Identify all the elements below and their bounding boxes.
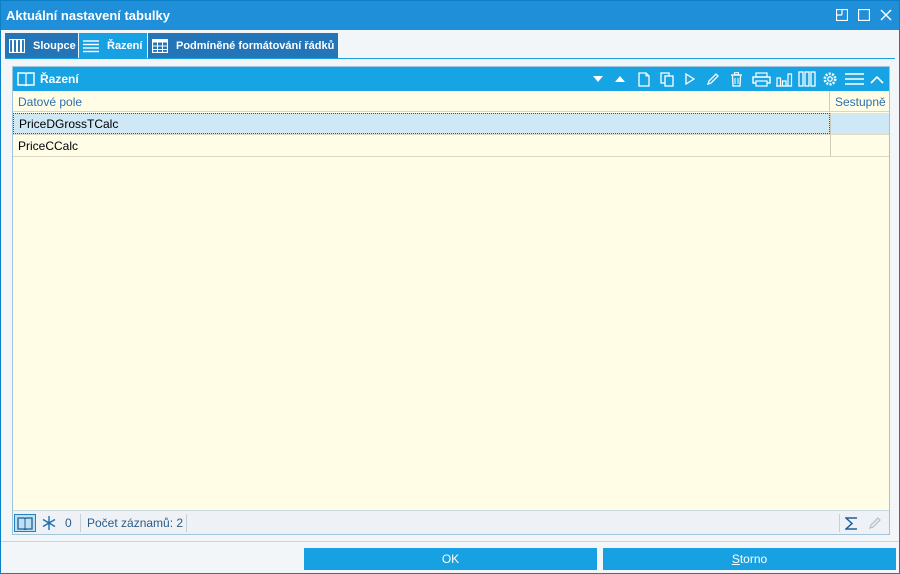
storno-button[interactable]: Storno [603, 548, 896, 570]
play-icon[interactable] [681, 70, 699, 88]
storno-label: torno [739, 552, 768, 566]
table-row[interactable]: PriceDGrossTCalc [13, 113, 889, 135]
tab-underline [5, 58, 895, 59]
restore-icon[interactable] [834, 7, 850, 23]
columns-icon[interactable] [797, 70, 817, 88]
table-row[interactable]: PriceCCalc [13, 135, 889, 157]
sort-up-icon[interactable] [611, 70, 629, 88]
sort-down-icon[interactable] [589, 70, 607, 88]
chart-icon[interactable] [774, 70, 794, 88]
column-header-datove-pole[interactable]: Datové pole [18, 95, 82, 109]
storno-accesskey: S [731, 552, 740, 566]
column-separator[interactable] [829, 91, 830, 112]
menu-icon[interactable] [843, 70, 865, 88]
delete-icon[interactable] [727, 70, 745, 88]
print-icon[interactable] [750, 70, 772, 88]
panel-header: Řazení [13, 67, 889, 91]
cell-descending[interactable] [830, 113, 889, 134]
copy-icon[interactable] [658, 70, 676, 88]
tab-label: Sloupce [33, 39, 76, 52]
tab-podminene-formatovani[interactable]: Podmíněné formátování řádků [148, 33, 338, 58]
title-bar: Aktuální nastavení tabulky [1, 1, 899, 30]
ok-button[interactable]: OK [304, 548, 597, 570]
tab-sloupce[interactable]: Sloupce [5, 33, 78, 58]
status-separator [839, 514, 840, 532]
grid-header: Datové pole Sestupně [13, 91, 889, 112]
lines-icon [81, 36, 101, 56]
ok-label: OK [441, 552, 460, 566]
columns-icon [7, 36, 27, 56]
status-bar: 0 Počet záznamů: 2 [13, 510, 889, 534]
settings-icon[interactable] [821, 70, 839, 88]
button-bar: OK Storno [1, 541, 899, 573]
cell-field[interactable]: PriceCCalc [13, 135, 830, 156]
table-icon [150, 36, 170, 56]
collapse-icon[interactable] [868, 70, 886, 88]
book-icon [17, 71, 35, 90]
cell-descending[interactable] [830, 135, 889, 156]
column-header-sestupne[interactable]: Sestupně [835, 95, 886, 109]
tab-label: Řazení [107, 39, 143, 52]
close-icon[interactable] [878, 7, 894, 23]
record-count: Počet záznamů: 2 [87, 516, 184, 530]
book-icon[interactable] [14, 514, 36, 532]
snowflake-icon[interactable] [41, 514, 57, 532]
status-separator [80, 514, 81, 532]
cell-field[interactable]: PriceDGrossTCalc [13, 113, 830, 134]
window-title: Aktuální nastavení tabulky [6, 8, 170, 23]
tab-razeni[interactable]: Řazení [79, 33, 147, 58]
sum-icon[interactable] [845, 514, 858, 532]
edit-icon[interactable] [704, 70, 722, 88]
edit-disabled-icon [868, 514, 882, 532]
freeze-count: 0 [65, 516, 72, 530]
panel-title: Řazení [40, 72, 79, 86]
tab-label: Podmíněné formátování řádků [176, 39, 335, 52]
dialog-window: Aktuální nastavení tabulky Sloupce Řazen… [0, 0, 900, 574]
sort-panel: Řazení Datové pole Sestupně PriceDGrossT… [12, 66, 890, 535]
status-separator [186, 514, 187, 532]
new-document-icon[interactable] [635, 70, 653, 88]
maximize-icon[interactable] [856, 7, 872, 23]
